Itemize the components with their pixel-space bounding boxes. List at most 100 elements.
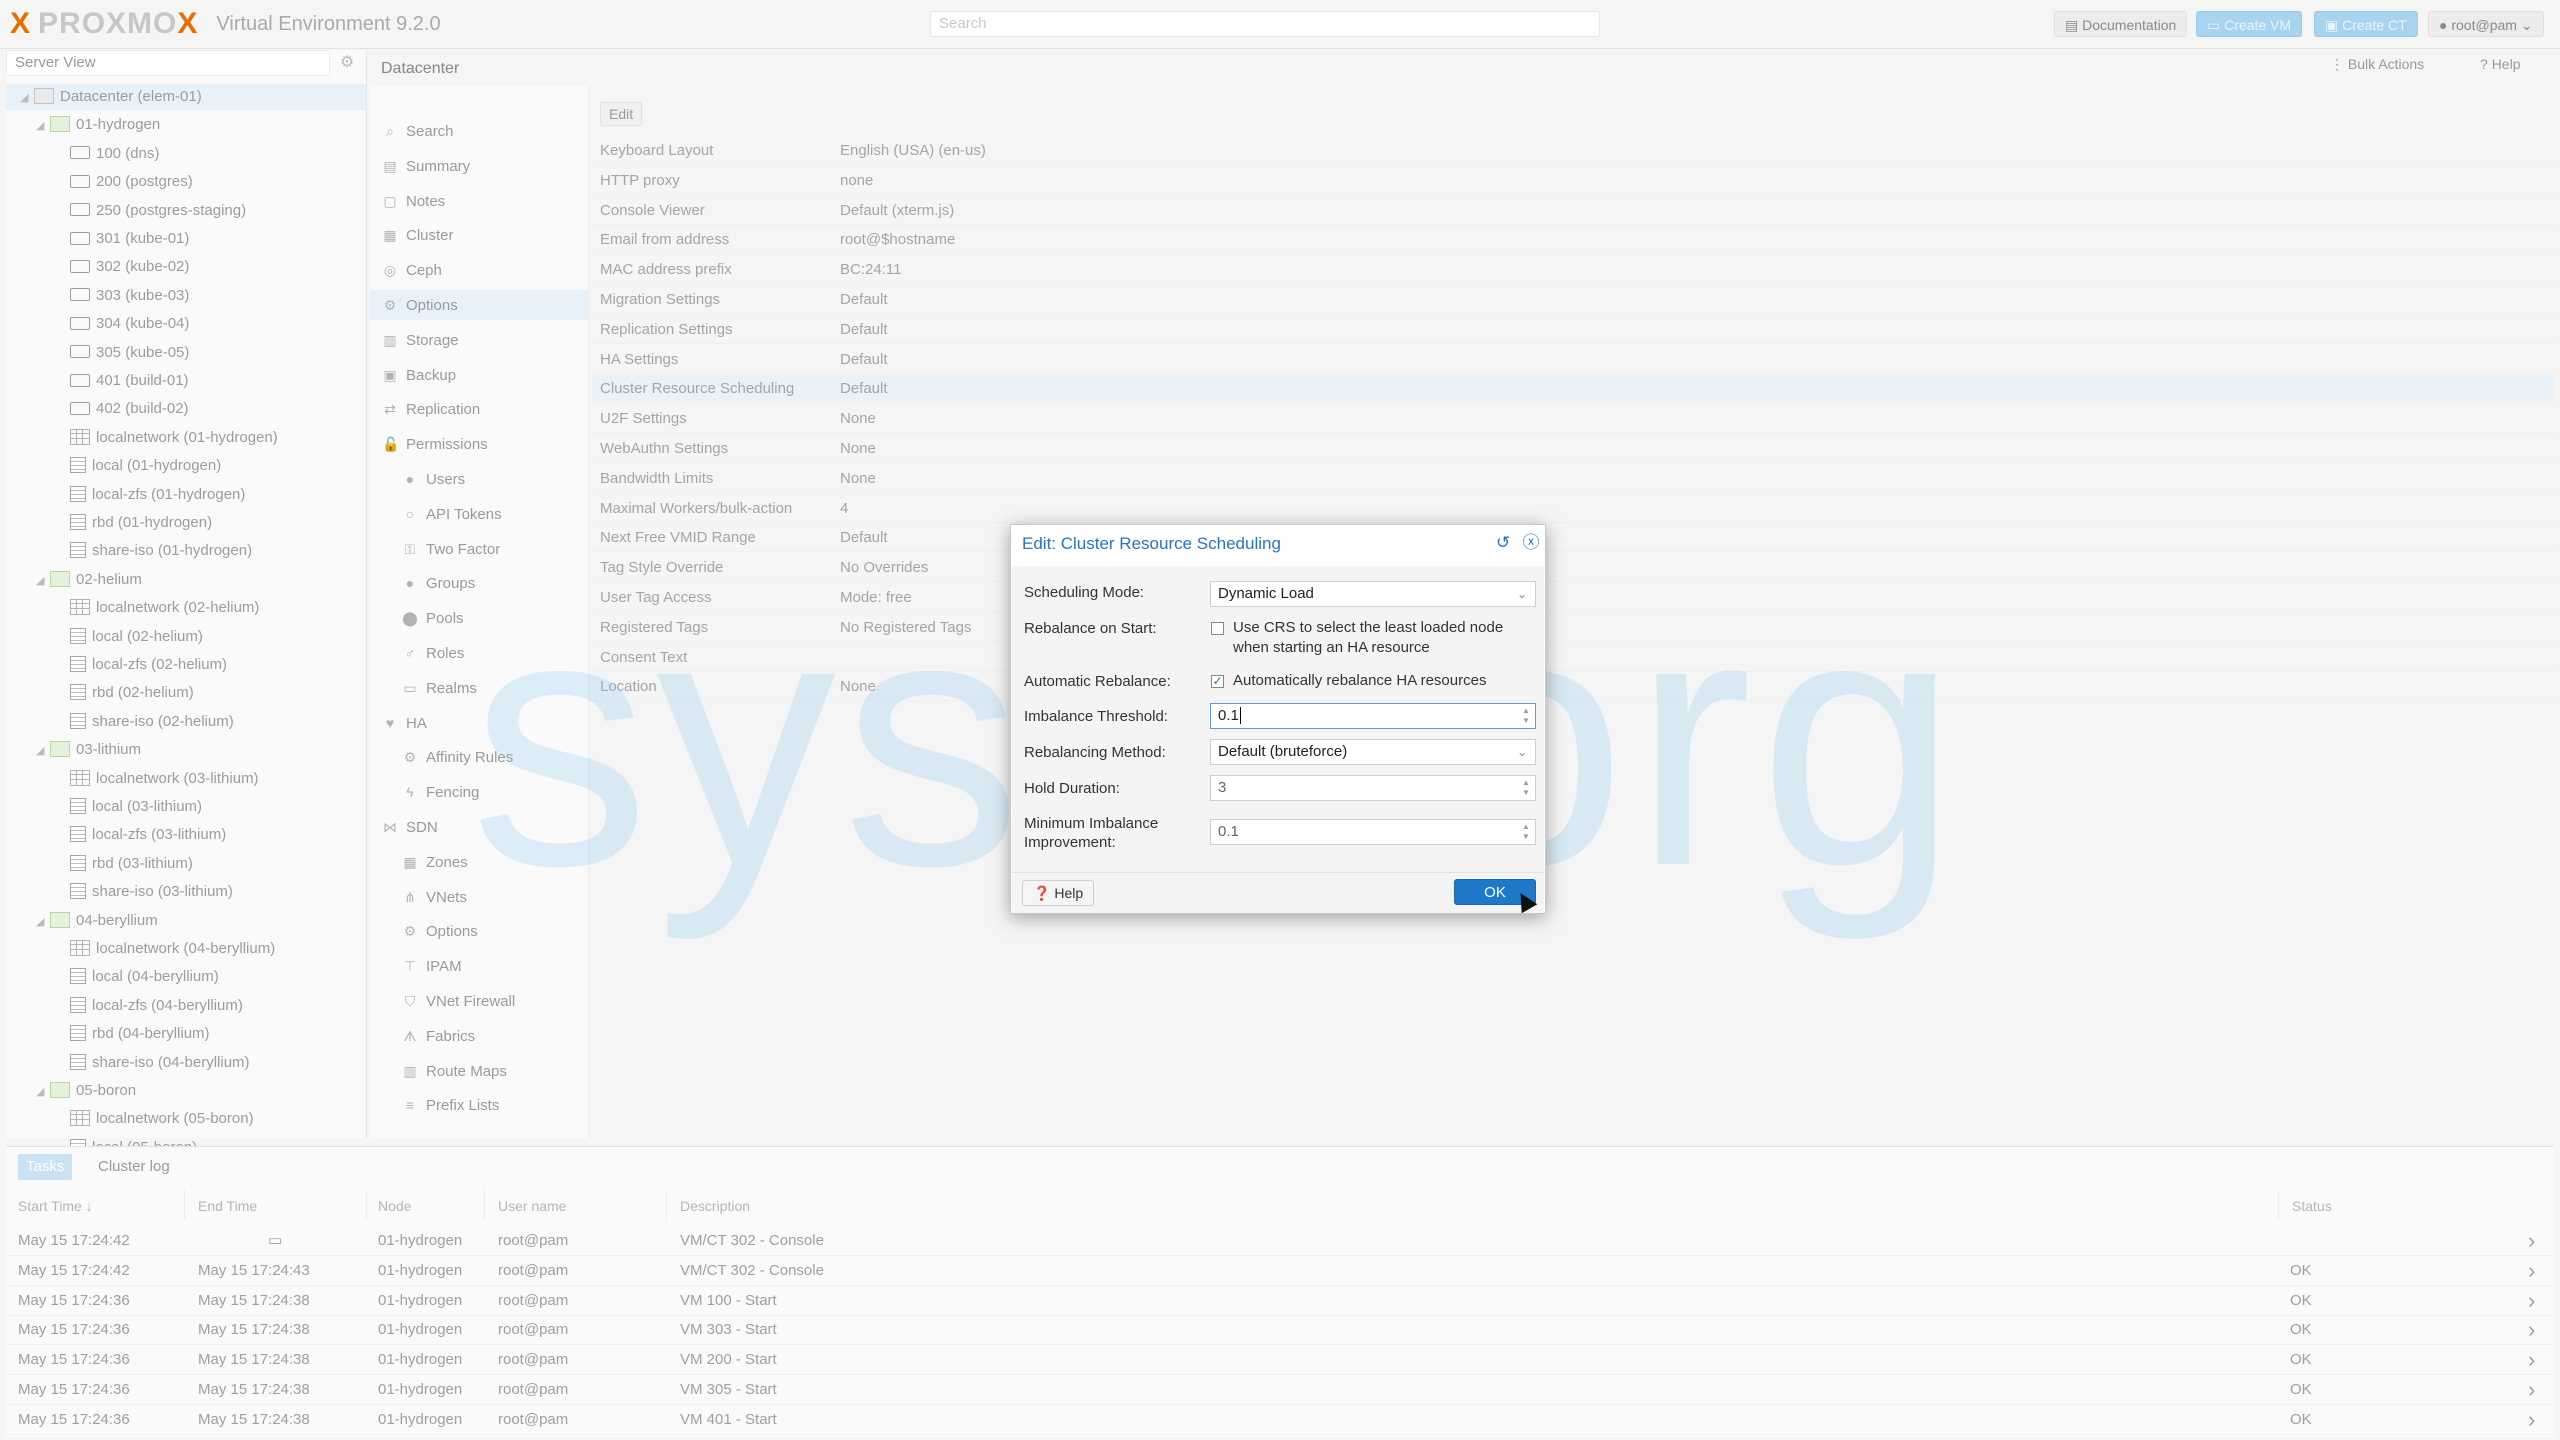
option-row[interactable]: Maximal Workers/bulk-action 4 <box>592 494 2554 523</box>
nav-item-two-factor[interactable]: ⚿ Two Factor <box>370 534 588 564</box>
task-row[interactable]: May 15 17:24:36 May 15 17:24:38 01-hydroge… <box>6 1315 2554 1346</box>
tree-item[interactable]: local-zfs (04-beryllium) <box>6 993 366 1019</box>
option-row[interactable]: Consent Text <box>592 643 2554 672</box>
tree-item[interactable]: local (03-lithium) <box>6 794 366 820</box>
tree-item[interactable]: local-zfs (02-helium) <box>6 652 366 678</box>
tree-item[interactable]: 303 (kube-03) <box>6 283 366 309</box>
option-row[interactable]: WebAuthn Settings None <box>592 434 2554 463</box>
option-row[interactable]: Cluster Resource Scheduling Default <box>592 374 2554 404</box>
tree-item[interactable]: ◢ 05-boron <box>6 1078 366 1104</box>
expand-arrow-icon[interactable]: ◢ <box>36 1079 50 1105</box>
nav-item-roles[interactable]: ♂ Roles <box>370 638 588 668</box>
column-header-node[interactable]: Node <box>378 1192 411 1220</box>
option-row[interactable]: Replication Settings Default <box>592 315 2554 344</box>
option-row[interactable]: User Tag Access Mode: free <box>592 583 2554 612</box>
option-row[interactable]: HA Settings Default <box>592 345 2554 374</box>
chevron-right-icon[interactable]: › <box>2528 1226 2535 1256</box>
tree-item[interactable]: share-iso (01-hydrogen) <box>6 538 366 564</box>
expand-arrow-icon[interactable]: ◢ <box>36 113 50 139</box>
close-icon[interactable]: ⓧ <box>1522 534 1540 552</box>
tree-item[interactable]: ◢ 02-helium <box>6 567 366 593</box>
tree-item[interactable]: local (02-helium) <box>6 624 366 650</box>
chevron-right-icon[interactable]: › <box>2528 1315 2535 1345</box>
nav-item-vnets[interactable]: ⋔ VNets <box>370 882 588 912</box>
nav-item-backup[interactable]: ▣ Backup <box>370 360 588 390</box>
nav-item-cluster[interactable]: ▦ Cluster <box>370 220 588 250</box>
chevron-right-icon[interactable]: › <box>2528 1256 2535 1286</box>
tree-item[interactable]: local-zfs (03-lithium) <box>6 822 366 848</box>
tree-item[interactable]: local (01-hydrogen) <box>6 453 366 479</box>
task-row[interactable]: May 15 17:24:42 01-hydrogen root@pam VM/CT … <box>6 1226 2554 1256</box>
chevron-right-icon[interactable]: › <box>2528 1286 2535 1316</box>
nav-item-vnet-firewall[interactable]: ⛉ VNet Firewall <box>370 986 588 1016</box>
nav-item-options[interactable]: ⚙ Options <box>370 916 588 946</box>
scheduling-mode-select[interactable]: Dynamic Load ⌄ <box>1210 581 1536 607</box>
tree-item[interactable]: 304 (kube-04) <box>6 311 366 337</box>
tree-item[interactable]: 301 (kube-01) <box>6 226 366 252</box>
spinner-icon[interactable]: ▲ ▼ <box>1521 778 1531 798</box>
dialog-help-button[interactable]: ❓ Help <box>1022 880 1095 906</box>
tree-item[interactable]: localnetwork (02-helium) <box>6 595 366 621</box>
nav-item-pools[interactable]: ⬤ Pools <box>370 603 588 633</box>
expand-arrow-icon[interactable]: ◢ <box>20 85 34 111</box>
nav-item-fabrics[interactable]: ᗑ Fabrics <box>370 1021 588 1051</box>
option-row[interactable]: U2F Settings None <box>592 404 2554 434</box>
nav-item-permissions[interactable]: 🔓 Permissions <box>370 429 588 459</box>
chevron-right-icon[interactable]: › <box>2528 1375 2535 1405</box>
nav-item-summary[interactable]: ▤ Summary <box>370 151 588 181</box>
column-header-end-time[interactable]: End Time <box>198 1192 257 1220</box>
tree-item[interactable]: localnetwork (04-beryllium) <box>6 936 366 962</box>
tree-item[interactable]: 305 (kube-05) <box>6 340 366 366</box>
minimum-improvement-input[interactable]: 0.1 ▲ ▼ <box>1210 819 1536 845</box>
tree-item[interactable]: localnetwork (05-boron) <box>6 1106 366 1132</box>
nav-item-sdn[interactable]: ⋈ SDN <box>370 812 588 842</box>
option-row[interactable]: Bandwidth Limits None <box>592 464 2554 493</box>
nav-item-search[interactable]: ⌕ Search <box>370 116 588 146</box>
spinner-icon[interactable]: ▲ ▼ <box>1521 706 1531 726</box>
task-row[interactable]: May 15 17:24:36 May 15 17:24:38 01-hydroge… <box>6 1345 2554 1376</box>
option-row[interactable]: Location None <box>592 672 2554 702</box>
tree-item[interactable]: 250 (postgres-staging) <box>6 198 366 224</box>
tree-item[interactable]: localnetwork (03-lithium) <box>6 766 366 792</box>
create-ct-button[interactable]: ▣ Create CT <box>2314 11 2418 37</box>
documentation-button[interactable]: ▤ Documentation <box>2054 11 2188 37</box>
tab-tasks[interactable]: Tasks <box>18 1154 73 1180</box>
user-menu-button[interactable]: ● root@pam ⌄ <box>2428 11 2544 37</box>
task-row[interactable]: May 15 17:24:42 May 15 17:24:43 01-hydroge… <box>6 1256 2554 1286</box>
imbalance-threshold-input[interactable]: 0.1 ▲ ▼ <box>1210 703 1536 729</box>
tree-item[interactable]: 401 (build-01) <box>6 368 366 394</box>
nav-item-notes[interactable]: ▢ Notes <box>370 186 588 216</box>
tree-item[interactable]: 302 (kube-02) <box>6 254 366 280</box>
tree-item[interactable]: 402 (build-02) <box>6 396 366 422</box>
tab-cluster-log[interactable]: Cluster log <box>90 1154 178 1180</box>
nav-item-realms[interactable]: ▭ Realms <box>370 673 588 703</box>
nav-item-fencing[interactable]: ϟ Fencing <box>370 777 588 807</box>
nav-item-ha[interactable]: ♥ HA <box>370 708 588 738</box>
header-help-button[interactable]: ? Help <box>2480 56 2520 72</box>
nav-item-options[interactable]: ⚙ Options <box>370 290 588 320</box>
tree-item[interactable]: local-zfs (01-hydrogen) <box>6 482 366 508</box>
tree-item[interactable]: rbd (01-hydrogen) <box>6 510 366 536</box>
tree-item[interactable]: share-iso (04-beryllium) <box>6 1050 366 1076</box>
option-row[interactable]: MAC address prefix BC:24:11 <box>592 255 2554 285</box>
gear-icon[interactable]: ⚙ <box>336 52 358 74</box>
rebalancing-method-select[interactable]: Default (bruteforce) ⌄ <box>1210 739 1536 765</box>
edit-button[interactable]: Edit <box>600 102 643 126</box>
tree-item[interactable]: rbd (04-beryllium) <box>6 1021 366 1047</box>
option-row[interactable]: Migration Settings Default <box>592 285 2554 314</box>
chevron-right-icon[interactable]: › <box>2528 1345 2535 1375</box>
option-row[interactable]: Tag Style Override No Overrides <box>592 553 2554 583</box>
nav-item-affinity-rules[interactable]: ⚙ Affinity Rules <box>370 742 588 772</box>
nav-item-zones[interactable]: ▦ Zones <box>370 847 588 877</box>
expand-arrow-icon[interactable]: ◢ <box>36 568 50 594</box>
rebalance-on-start-checkbox[interactable] <box>1211 622 1224 635</box>
column-header-description[interactable]: Description <box>680 1192 750 1220</box>
option-row[interactable]: Next Free VMID Range Default <box>592 523 2554 553</box>
option-row[interactable]: HTTP proxy none <box>592 166 2554 195</box>
tree-item[interactable]: ◢ 01-hydrogen <box>6 112 366 138</box>
hold-duration-input[interactable]: 3 ▲ ▼ <box>1210 775 1536 801</box>
nav-item-groups[interactable]: ● Groups <box>370 568 588 598</box>
chevron-right-icon[interactable]: › <box>2528 1405 2535 1435</box>
tree-item[interactable]: ◢ 03-lithium <box>6 737 366 763</box>
column-header-user[interactable]: User name <box>498 1192 566 1220</box>
